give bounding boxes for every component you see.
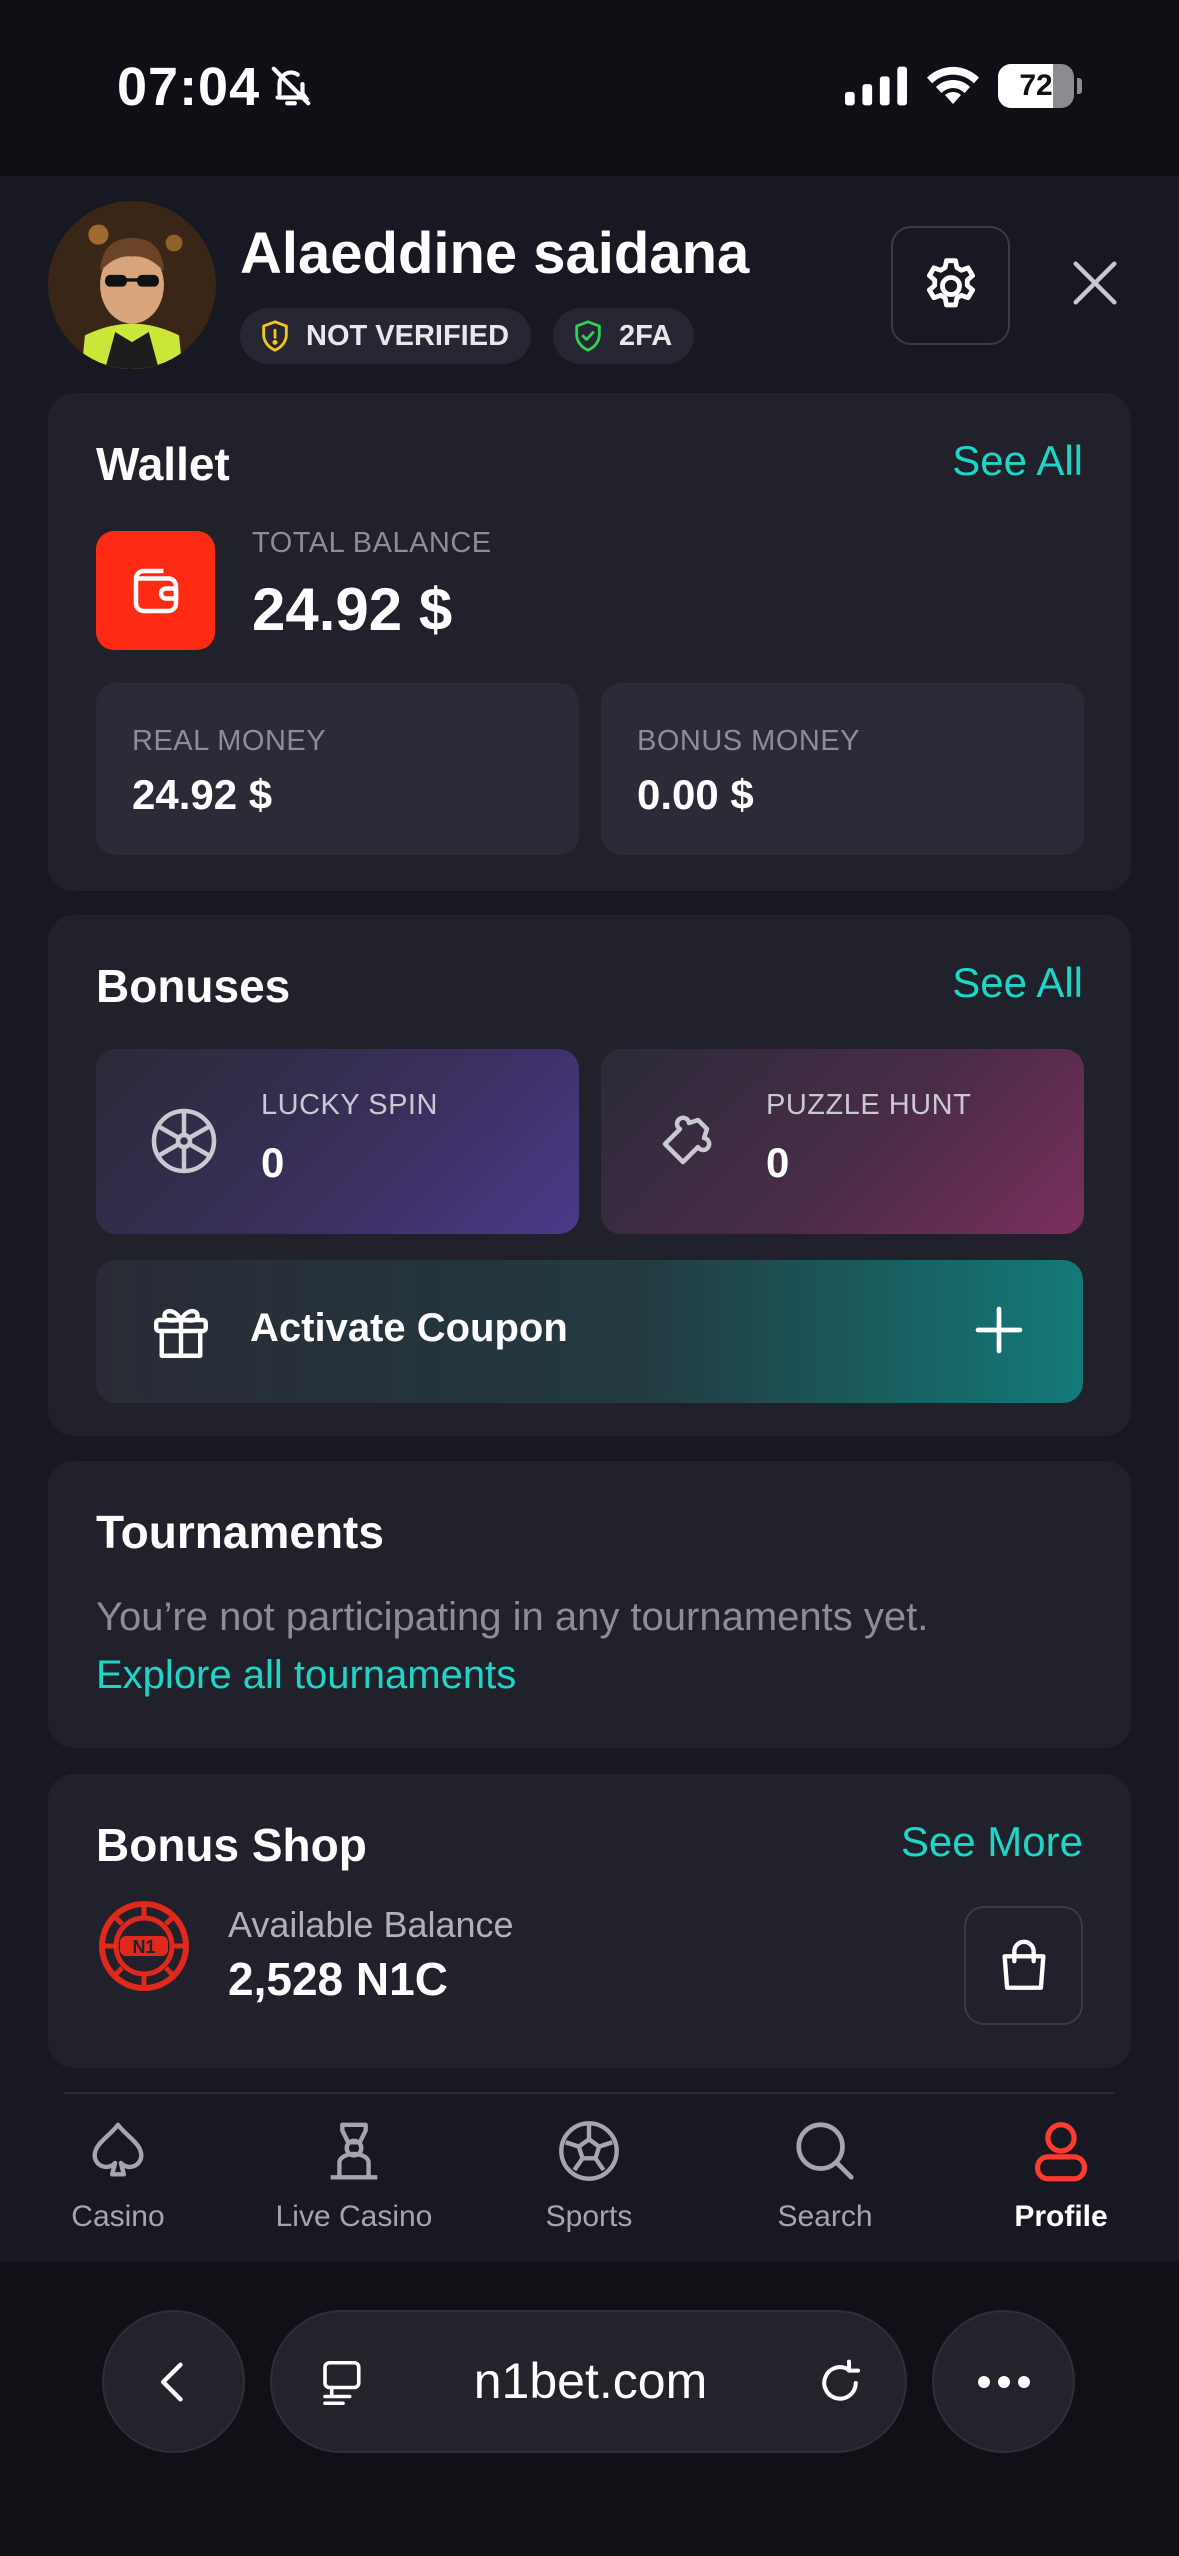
verification-badge[interactable]: NOT VERIFIED bbox=[240, 308, 532, 364]
browser-more-button[interactable] bbox=[932, 2310, 1075, 2453]
soccer-ball-icon bbox=[559, 2121, 619, 2181]
nav-profile-label: Profile bbox=[1014, 2200, 1108, 2233]
bonus-money-label: BONUS MONEY bbox=[637, 725, 861, 757]
real-money-value: 24.92 $ bbox=[132, 771, 273, 818]
gift-icon bbox=[154, 1309, 208, 1358]
nav-live-casino[interactable]: Live Casino bbox=[236, 2116, 472, 2246]
wifi-icon bbox=[927, 66, 979, 104]
nav-sports[interactable]: Sports bbox=[471, 2116, 707, 2246]
total-balance-label: TOTAL BALANCE bbox=[252, 527, 492, 559]
available-balance-label: Available Balance bbox=[228, 1904, 514, 1945]
n1-coin-icon: N1 bbox=[99, 1901, 189, 1991]
nav-casino-label: Casino bbox=[71, 2200, 165, 2233]
nav-search[interactable]: Search bbox=[707, 2116, 943, 2246]
avatar[interactable] bbox=[48, 201, 216, 369]
chevron-left-icon bbox=[160, 2362, 183, 2401]
total-balance-value: 24.92 $ bbox=[252, 576, 453, 643]
puzzle-hunt-tile[interactable]: PUZZLE HUNT 0 bbox=[601, 1049, 1084, 1234]
status-bar: 07:04 72 bbox=[0, 0, 1179, 176]
tournaments-card: Tournaments You’re not participating in … bbox=[48, 1461, 1131, 1748]
wallet-see-all-link[interactable]: See All bbox=[952, 437, 1083, 485]
real-money-box: REAL MONEY 24.92 $ bbox=[96, 683, 579, 855]
coin-text: N1 bbox=[132, 1937, 155, 1957]
gear-icon bbox=[926, 257, 975, 307]
bonus-shop-see-more-link[interactable]: See More bbox=[901, 1818, 1083, 1866]
address-bar[interactable]: n1bet.com bbox=[270, 2310, 907, 2453]
activate-coupon-button[interactable]: Activate Coupon bbox=[96, 1260, 1083, 1403]
wallet-title: Wallet bbox=[96, 438, 230, 490]
croupier-icon bbox=[330, 2122, 378, 2180]
cellular-signal-icon bbox=[845, 66, 907, 106]
real-money-label: REAL MONEY bbox=[132, 725, 327, 757]
ellipsis-icon bbox=[977, 2375, 1030, 2388]
bonus-shop-card: Bonus Shop See More N1 Available Balance… bbox=[48, 1774, 1131, 2068]
reload-icon[interactable] bbox=[813, 2356, 867, 2410]
bell-muted-icon bbox=[271, 66, 311, 106]
browser-back-button[interactable] bbox=[102, 2310, 245, 2453]
battery-percent: 72 bbox=[1019, 69, 1053, 102]
nav-profile[interactable]: Profile bbox=[943, 2116, 1179, 2246]
shopping-bag-icon bbox=[1001, 1939, 1046, 1990]
shield-warning-icon bbox=[262, 320, 288, 352]
puzzle-hunt-count: 0 bbox=[766, 1139, 790, 1186]
verification-badge-label: NOT VERIFIED bbox=[306, 319, 510, 352]
wallet-card: Wallet See All TOTAL BALANCE 24.92 $ REA… bbox=[48, 393, 1131, 891]
bonuses-see-all-link[interactable]: See All bbox=[952, 959, 1083, 1007]
lucky-spin-count: 0 bbox=[261, 1139, 285, 1186]
tournaments-title: Tournaments bbox=[96, 1506, 384, 1558]
lucky-spin-tile[interactable]: LUCKY SPIN 0 bbox=[96, 1049, 579, 1234]
battery-indicator: 72 bbox=[998, 64, 1082, 108]
bonus-money-box: BONUS MONEY 0.00 $ bbox=[601, 683, 1084, 855]
shield-check-icon bbox=[575, 320, 601, 352]
2fa-badge-label: 2FA bbox=[619, 319, 673, 352]
nav-search-label: Search bbox=[777, 2200, 873, 2233]
browser-toolbar: n1bet.com bbox=[0, 2262, 1179, 2556]
bonus-shop-title: Bonus Shop bbox=[96, 1819, 367, 1871]
2fa-badge[interactable]: 2FA bbox=[553, 308, 695, 364]
close-icon[interactable] bbox=[1066, 254, 1124, 312]
nav-live-casino-label: Live Casino bbox=[275, 2200, 433, 2233]
settings-button[interactable] bbox=[891, 226, 1010, 345]
search-icon bbox=[796, 2122, 854, 2180]
username: Alaeddine saidana bbox=[240, 221, 750, 286]
puzzle-piece-icon bbox=[662, 1115, 712, 1165]
status-time: 07:04 bbox=[117, 57, 261, 117]
lucky-spin-label: LUCKY SPIN bbox=[261, 1089, 438, 1121]
bottom-nav: Casino Live Casino Sports Search Profile bbox=[0, 2094, 1179, 2262]
wallet-icon bbox=[133, 568, 178, 613]
activate-coupon-label: Activate Coupon bbox=[250, 1306, 568, 1350]
avatar-image bbox=[48, 201, 216, 369]
spade-icon bbox=[92, 2122, 144, 2177]
user-icon bbox=[1035, 2122, 1087, 2182]
plus-icon bbox=[975, 1306, 1023, 1354]
nav-casino[interactable]: Casino bbox=[0, 2116, 236, 2246]
bonuses-title: Bonuses bbox=[96, 960, 291, 1012]
shop-bag-button[interactable] bbox=[964, 1906, 1083, 2025]
tournaments-empty-text: You’re not participating in any tourname… bbox=[96, 1595, 929, 1639]
explore-tournaments-link[interactable]: Explore all tournaments bbox=[96, 1653, 516, 1698]
puzzle-hunt-label: PUZZLE HUNT bbox=[766, 1089, 972, 1121]
wallet-icon-tile bbox=[96, 531, 215, 650]
nav-sports-label: Sports bbox=[545, 2200, 633, 2233]
bonus-money-value: 0.00 $ bbox=[637, 771, 754, 818]
wheel-icon bbox=[151, 1108, 217, 1174]
available-balance-value: 2,528 N1C bbox=[228, 1953, 448, 2005]
bonuses-card: Bonuses See All LUCKY SPIN 0 PUZZLE HUNT… bbox=[48, 915, 1131, 1436]
